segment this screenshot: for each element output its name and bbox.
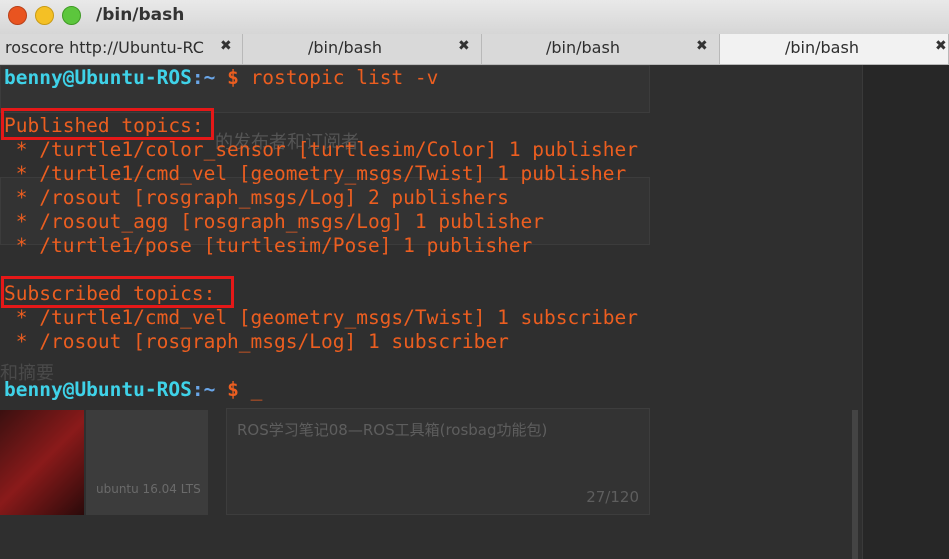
terminal-window: /bin/bash roscore http://Ubuntu-RC ✖ /bi… <box>0 0 949 559</box>
tab-label: /bin/bash <box>785 38 859 57</box>
prompt-user: benny@Ubuntu-ROS <box>4 378 192 401</box>
tab-roscore[interactable]: roscore http://Ubuntu-RC ✖ <box>0 34 243 64</box>
subscribed-topic: * /turtle1/cmd_vel [geometry_msgs/Twist]… <box>4 306 638 329</box>
right-panel <box>862 65 949 559</box>
tab-close-icon[interactable]: ✖ <box>458 38 470 54</box>
prompt-path: ~ <box>203 66 216 89</box>
published-topic: * /turtle1/color_sensor [turtlesim/Color… <box>4 138 638 161</box>
published-topic: * /rosout [rosgraph_msgs/Log] 2 publishe… <box>4 186 509 209</box>
command-text: rostopic list -v <box>238 66 439 89</box>
highlight-box <box>1 276 234 308</box>
tab-bar: roscore http://Ubuntu-RC ✖ /bin/bash ✖ /… <box>0 34 949 65</box>
highlight-box <box>1 108 214 140</box>
tab-bash-1[interactable]: /bin/bash ✖ <box>243 34 482 64</box>
tab-close-icon[interactable]: ✖ <box>935 38 947 54</box>
article-title: ROS学习笔记08—ROS工具箱(rosbag功能包) <box>237 421 548 439</box>
published-topic: * /rosout_agg [rosgraph_msgs/Log] 1 publ… <box>4 210 545 233</box>
prompt-line: benny@Ubuntu-ROS:~ $ rostopic list -v <box>4 66 438 90</box>
prompt-dollar: $ <box>215 378 239 401</box>
published-topic: * /turtle1/cmd_vel [geometry_msgs/Twist]… <box>4 162 627 185</box>
tab-label: roscore http://Ubuntu-RC <box>5 38 204 57</box>
prompt-user: benny@Ubuntu-ROS <box>4 66 192 89</box>
tab-bash-3-active[interactable]: /bin/bash ✖ <box>720 34 949 64</box>
prompt-separator: : <box>191 66 204 89</box>
thumbnail-caption: ubuntu 16.04 LTS <box>96 482 201 496</box>
tab-close-icon[interactable]: ✖ <box>220 38 232 54</box>
prompt-separator: : <box>191 378 204 401</box>
cursor: _ <box>238 378 263 401</box>
published-topic: * /turtle1/pose [turtlesim/Pose] 1 publi… <box>4 234 533 257</box>
title-bar: /bin/bash <box>0 0 949 34</box>
tab-bash-2[interactable]: /bin/bash ✖ <box>482 34 720 64</box>
minimize-window-button[interactable] <box>35 6 54 25</box>
ghost-article-card: ROS学习笔记08—ROS工具箱(rosbag功能包) 27/120 <box>226 408 650 515</box>
tab-close-icon[interactable]: ✖ <box>696 38 708 54</box>
close-window-button[interactable] <box>8 6 27 25</box>
prompt-path: ~ <box>203 378 216 401</box>
prompt-line: benny@Ubuntu-ROS:~ $ _ <box>4 378 262 402</box>
terminal-area[interactable]: 的发布者和订阅者 和摘要 ubuntu 16.04 LTS ROS学习笔记08—… <box>0 65 949 559</box>
tab-label: /bin/bash <box>308 38 382 57</box>
subscribed-topic: * /rosout [rosgraph_msgs/Log] 1 subscrib… <box>4 330 509 353</box>
article-count: 27/120 <box>586 488 639 506</box>
ghost-thumbnail <box>0 410 84 515</box>
ghost-thumbnail: ubuntu 16.04 LTS <box>86 410 208 515</box>
tab-label: /bin/bash <box>546 38 620 57</box>
scrollbar[interactable] <box>852 410 858 559</box>
maximize-window-button[interactable] <box>62 6 81 25</box>
window-title: /bin/bash <box>96 5 185 25</box>
prompt-dollar: $ <box>215 66 239 89</box>
